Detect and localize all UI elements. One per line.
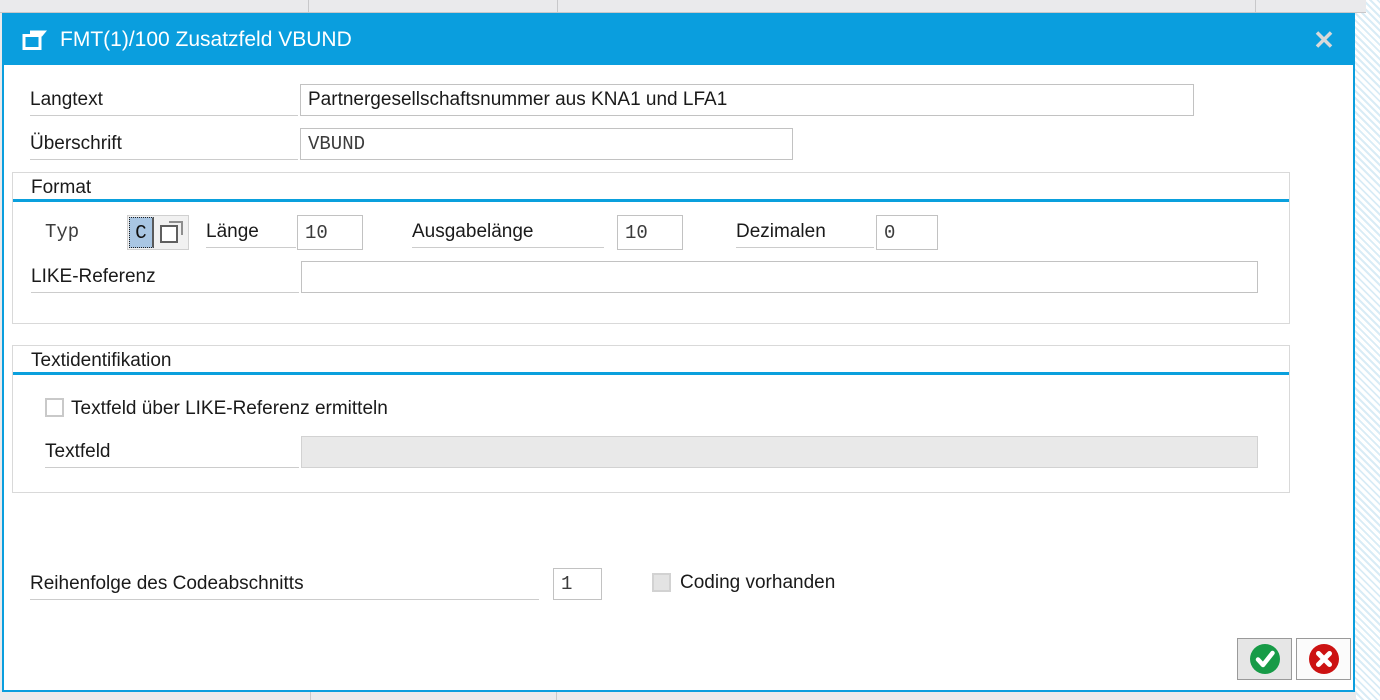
typ-label: Typ <box>45 221 79 243</box>
confirm-check-icon <box>1249 643 1281 675</box>
textfeld-like-checkbox-label: Textfeld über LIKE-Referenz ermitteln <box>71 398 388 420</box>
coding-vorhanden-label: Coding vorhanden <box>680 572 835 594</box>
close-icon[interactable]: ✕ <box>1305 23 1343 57</box>
like-referenz-input[interactable] <box>301 261 1258 293</box>
laenge-label: Länge <box>206 216 296 248</box>
textidentifikation-section-title: Textidentifikation <box>31 350 171 372</box>
background-divider <box>557 0 558 12</box>
textfeld-input <box>301 436 1258 468</box>
like-referenz-label: LIKE-Referenz <box>31 261 299 293</box>
textidentifikation-groupbox: Textidentifikation Textfeld über LIKE-Re… <box>12 345 1290 493</box>
langtext-label: Langtext <box>30 84 298 116</box>
laenge-input[interactable] <box>297 215 363 250</box>
typ-value[interactable]: C <box>129 217 154 248</box>
format-groupbox: Format Typ C Länge Ausgabelänge Dezimale… <box>12 172 1290 324</box>
background-divider <box>310 692 311 700</box>
modal-window-icon <box>22 29 49 52</box>
background-divider <box>556 692 557 700</box>
background-bottom-strip <box>0 692 1356 700</box>
textidentifikation-section-rule <box>13 372 1289 375</box>
ausgabelaenge-input[interactable] <box>617 215 683 250</box>
coding-vorhanden-checkbox <box>652 573 671 592</box>
dezimalen-input[interactable] <box>876 215 938 250</box>
value-help-icon[interactable] <box>155 216 188 249</box>
langtext-input[interactable] <box>300 84 1194 116</box>
format-section-title: Format <box>31 177 91 199</box>
confirm-button[interactable] <box>1237 638 1292 680</box>
cancel-x-icon <box>1308 643 1340 675</box>
background-divider <box>308 0 309 12</box>
textfeld-like-checkbox[interactable] <box>45 398 64 417</box>
typ-combo[interactable]: C <box>127 215 189 250</box>
ausgabelaenge-label: Ausgabelänge <box>412 216 604 248</box>
ueberschrift-label: Überschrift <box>30 128 298 160</box>
dialog-titlebar[interactable]: FMT(1)/100 Zusatzfeld VBUND ✕ <box>4 15 1353 65</box>
cancel-button[interactable] <box>1296 638 1351 680</box>
dialog-title: FMT(1)/100 Zusatzfeld VBUND <box>60 28 352 52</box>
reihenfolge-input[interactable] <box>553 568 602 600</box>
background-divider <box>1255 0 1256 12</box>
background-top-strip <box>0 0 1366 13</box>
popup-dialog: FMT(1)/100 Zusatzfeld VBUND ✕ Langtext Ü… <box>2 13 1355 692</box>
dezimalen-label: Dezimalen <box>736 216 874 248</box>
format-section-rule <box>13 199 1289 202</box>
reihenfolge-label: Reihenfolge des Codeabschnitts <box>30 568 539 600</box>
ueberschrift-input[interactable] <box>300 128 793 160</box>
textfeld-label: Textfeld <box>45 436 299 468</box>
